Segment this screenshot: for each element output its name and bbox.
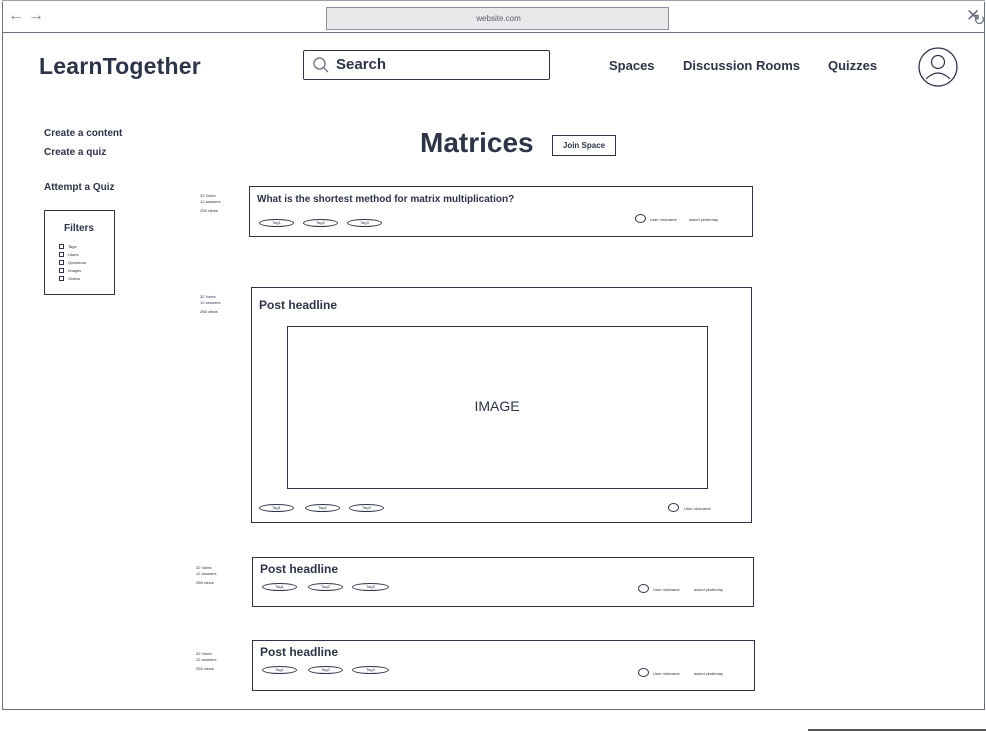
asked-time: asked yesterday [694,587,724,592]
checkbox[interactable] [59,251,64,257]
post-card[interactable]: What is the shortest method for matrix m… [249,186,753,237]
post-title[interactable]: What is the shortest method for matrix m… [257,194,514,205]
filter-questions[interactable]: Questions [59,259,86,265]
tag[interactable]: Tag2 [308,583,343,591]
site-logo[interactable]: LearnTogether [39,53,201,80]
checkbox[interactable] [59,259,64,265]
image-placeholder-label: IMAGE [474,398,520,414]
post-card[interactable]: Post headline Tag1 Tag2 Tag3 User nickna… [252,557,754,607]
filter-images[interactable]: Images [59,267,81,273]
avatar-icon[interactable] [918,47,958,87]
nav-discussion-rooms[interactable]: Discussion Rooms [683,58,800,73]
window-top-edge [2,0,985,1]
filter-videos[interactable]: Videos [59,275,80,281]
post-stats: 32 Votes 12 answers 256 views [200,193,220,214]
checkbox[interactable] [59,267,64,273]
answers-count: 12 answers [196,571,217,576]
tag[interactable]: Tag2 [303,219,338,227]
user-nickname[interactable]: User nickname [684,506,711,511]
search-icon [313,57,329,73]
tag[interactable]: Tag3 [352,583,389,591]
post-title[interactable]: Post headline [259,298,337,312]
tag[interactable]: Tag3 [349,504,384,512]
user-nickname[interactable]: User nickname [653,671,680,676]
user-nickname[interactable]: User nickname [650,217,677,222]
attempt-quiz-link[interactable]: Attempt a Quiz [44,182,115,193]
tag[interactable]: Tag2 [308,666,343,674]
filter-label: Users [68,251,79,257]
checkbox[interactable] [59,243,64,249]
create-quiz-link[interactable]: Create a quiz [44,147,106,158]
search-input[interactable]: Search [303,50,550,80]
post-stats: 32 Votes 12 answers 256 views [200,294,220,315]
nav-quizzes[interactable]: Quizzes [828,58,877,73]
tag[interactable]: Tag1 [259,219,294,227]
forward-arrow-icon[interactable]: → [28,7,44,25]
browser-toolbar: ← → website.com ↻ ✕ [2,2,986,33]
views-count: 256 views [200,208,218,213]
filter-label: Videos [68,275,81,281]
filter-tags[interactable]: Tags [59,243,76,249]
tag[interactable]: Tag3 [347,219,382,227]
post-stats: 32 Votes 12 answers 256 views [196,651,216,672]
filters-panel: Filters Tags Users Questions Images Vide… [44,210,115,295]
asked-time: asked yesterday [694,671,724,676]
user-avatar-icon [668,503,679,512]
tag[interactable]: Tag1 [259,504,294,512]
answers-count: 12 answers [200,199,221,204]
create-content-link[interactable]: Create a content [44,128,122,139]
filter-label: Questions [68,259,87,265]
address-bar[interactable]: website.com ↻ [326,7,986,30]
page-title: Matrices [420,127,534,158]
tag[interactable]: Tag2 [305,504,340,512]
post-card[interactable]: Post headline Tag1 Tag2 Tag3 User nickna… [252,640,755,691]
answers-count: 12 answers [196,657,217,662]
answers-count: 12 answers [200,300,221,305]
post-title[interactable]: Post headline [260,562,338,576]
user-avatar-icon [638,584,649,593]
filter-users[interactable]: Users [59,251,78,257]
views-count: 256 views [196,666,214,671]
tag[interactable]: Tag1 [262,666,297,674]
filter-label: Tags [68,243,77,249]
post-stats: 32 Votes 12 answers 256 views [196,565,216,586]
divider [808,729,986,731]
close-icon[interactable]: ✕ [966,6,980,26]
tag[interactable]: Tag3 [352,666,389,674]
views-count: 256 views [200,309,218,314]
search-placeholder: Search [336,56,387,73]
nav-spaces[interactable]: Spaces [609,58,655,73]
post-title[interactable]: Post headline [260,645,338,659]
tag[interactable]: Tag1 [262,583,297,591]
filters-title: Filters [63,223,94,234]
user-avatar-icon [638,668,649,677]
back-arrow-icon[interactable]: ← [8,7,24,25]
url-text: website.com [476,14,521,23]
filter-label: Images [68,267,82,273]
asked-time: asked yesterday [689,217,719,222]
post-image: IMAGE [287,326,708,489]
user-nickname[interactable]: User nickname [653,587,680,592]
join-space-button[interactable]: Join Space [552,135,616,156]
views-count: 256 views [196,580,214,585]
user-avatar-icon [635,214,646,223]
checkbox[interactable] [59,275,64,281]
